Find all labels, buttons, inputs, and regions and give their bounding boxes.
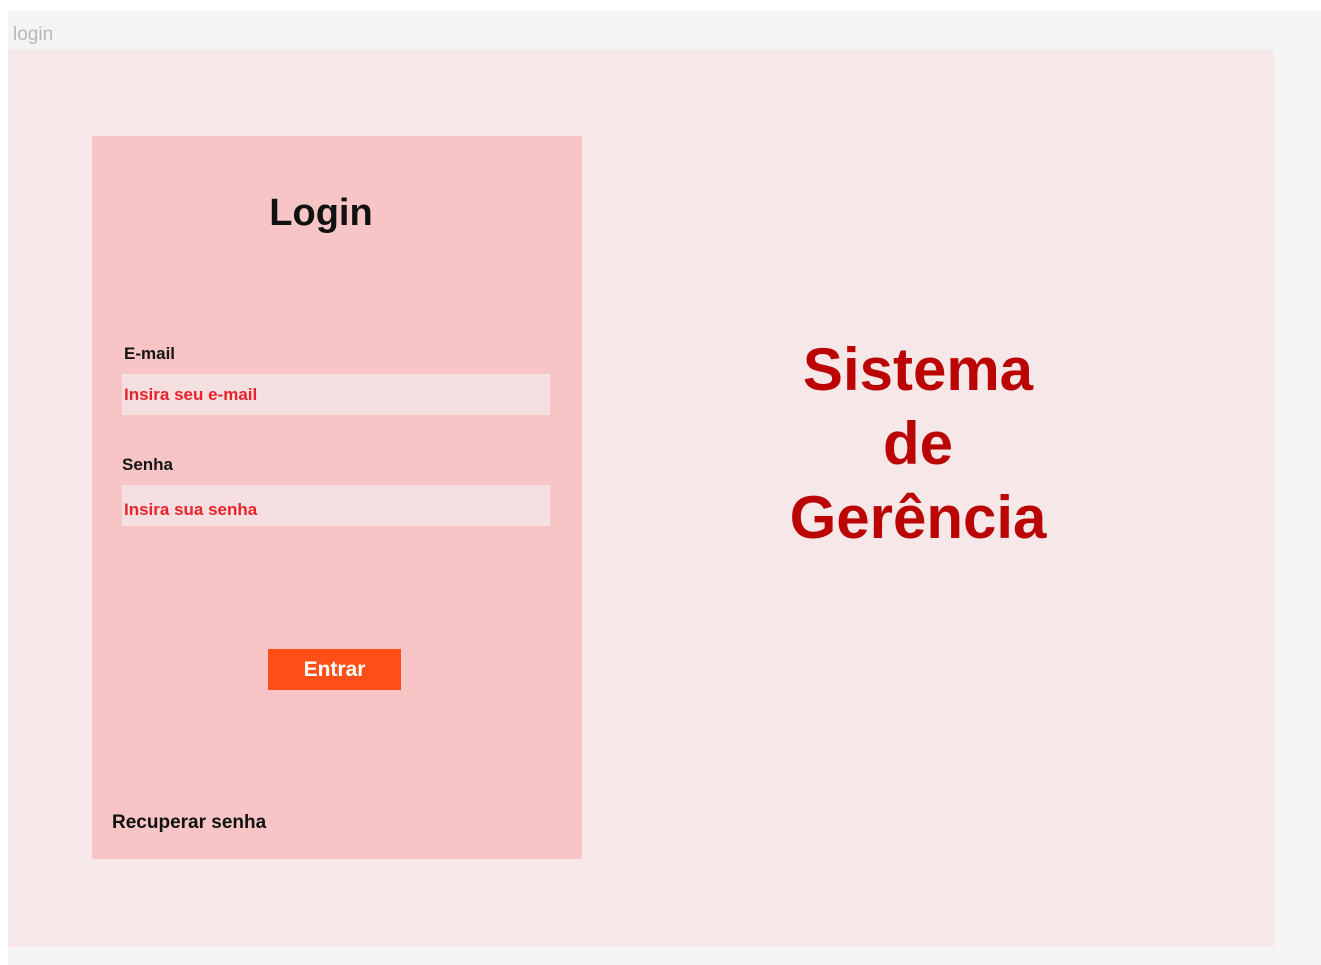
login-title: Login xyxy=(269,192,373,234)
login-submit-button[interactable]: Entrar xyxy=(268,649,401,690)
email-input[interactable] xyxy=(122,374,550,415)
login-panel: Login E-mail Senha Entrar Recuperar senh… xyxy=(92,136,582,859)
system-headline: Sistema de Gerência xyxy=(748,333,1088,555)
password-input[interactable] xyxy=(122,485,550,526)
recover-password-link[interactable]: Recuperar senha xyxy=(112,813,266,832)
design-canvas: login Login E-mail Senha Entrar Recupera… xyxy=(8,11,1321,965)
headline-line-1: Sistema xyxy=(802,336,1034,403)
email-label: E-mail xyxy=(124,344,176,363)
frame-label: login xyxy=(13,24,54,45)
headline-line-3: Gerência xyxy=(789,484,1047,551)
login-frame: Login E-mail Senha Entrar Recuperar senh… xyxy=(8,50,1274,947)
headline-line-2: de xyxy=(882,410,954,477)
password-label: Senha xyxy=(122,455,174,474)
login-title-container: Login xyxy=(92,194,550,232)
